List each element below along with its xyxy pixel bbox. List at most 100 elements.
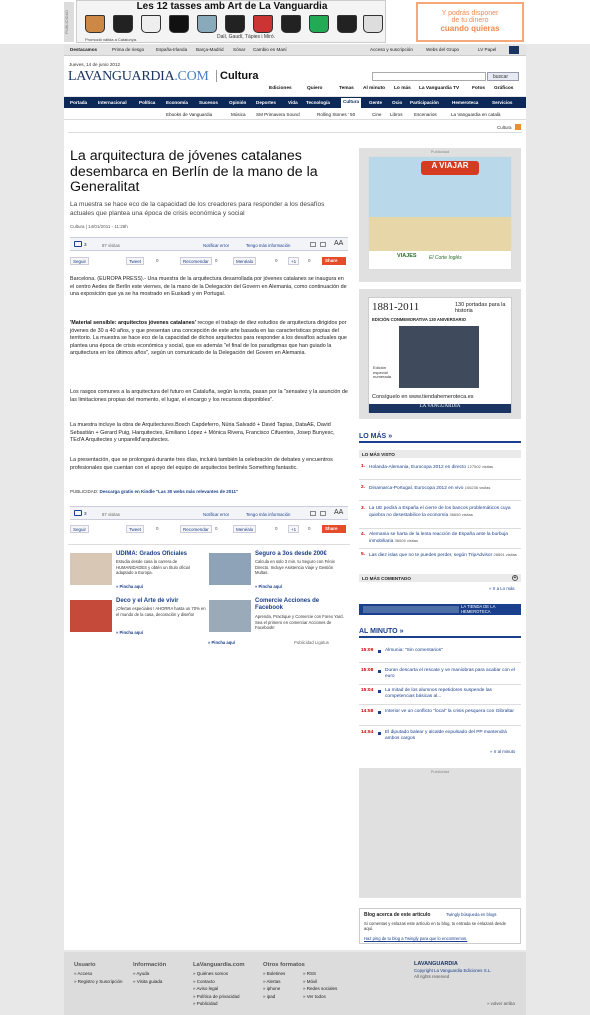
nav-tab-portada[interactable]: Portada [70,100,87,105]
header-link-quiero[interactable]: Quiero [307,86,322,91]
rss-icon[interactable] [515,124,521,130]
footer-logo[interactable]: LAVANGUARDIA [414,961,458,967]
tweet-button[interactable]: Tweet [126,257,145,265]
facebook-button[interactable]: Recomendar [180,525,212,533]
follow-button[interactable]: Seguir [70,525,90,533]
nav-tab-deportes[interactable]: Deportes [256,100,276,105]
nav-tab-opinion[interactable]: Opinión [229,100,246,105]
nav-tab-vida[interactable]: Vida [288,100,298,105]
breadcrumb[interactable]: Cultura [497,125,512,130]
share-button[interactable]: Share [322,525,346,533]
alminuto-link[interactable]: El diputado balear y alcalde expulsado d… [385,730,519,742]
header-link-lomas[interactable]: Lo más [394,86,411,91]
header-link-fotos[interactable]: Fotos [472,86,485,91]
nav-link[interactable]: Barça-Madrid [196,47,224,52]
promo-card[interactable]: UDIMA: Grados Oficiales Estudia desde ca… [70,551,206,595]
report-error-link[interactable]: Notificar error [203,512,229,517]
alminuto-link[interactable]: Duran descarta el rescate y ve maniobras… [385,668,519,680]
header-link-ediciones[interactable]: Ediciones [269,86,292,91]
nav-webs-grupo[interactable]: Webs del Grupo [426,47,459,52]
promo-image[interactable] [70,553,112,585]
nav-tab-cultura[interactable]: Cultura [341,98,362,108]
promo-more[interactable]: » Pincha aquí [116,584,143,589]
more-info-link[interactable]: Tengo más información [246,512,290,517]
comment-icon[interactable] [74,510,82,516]
nav-tab-ocio[interactable]: Ocio [392,100,402,105]
promo-card[interactable]: Deco y el Arte de vivir ¡Ofertas especia… [70,598,206,642]
nav-link[interactable]: Prima de riesgo [112,47,144,52]
footer-link[interactable]: » Ayuda [133,970,166,978]
footer-link[interactable]: » Publicidad [193,1000,245,1008]
nav-tab-internacional[interactable]: Internacional [98,100,127,105]
footer-link[interactable]: » Boletines [263,970,305,978]
pub-link[interactable]: Descarga gratis en Kindle "Las 30 webs m… [100,489,239,494]
alminuto-more-link[interactable]: » Ir al minuto [490,749,515,754]
print-icon[interactable] [320,511,326,516]
gplus-button[interactable]: +1 [288,257,300,265]
subnav-link[interactable]: Música [231,112,246,117]
lomas-visto-tab[interactable]: LO MÁS VISTO [359,450,521,458]
font-size-control[interactable]: AA [334,240,343,247]
subnav-link[interactable]: Rolling Stones ' 50 [317,112,355,117]
nav-link-acceso[interactable]: Acceso y suscripción [370,47,413,52]
nav-tab-servicios[interactable]: Servicios [492,100,512,105]
print-icon[interactable] [320,242,326,247]
ad-banner-bank[interactable]: Y podrás disponer de tu dinero cuando qu… [416,2,524,42]
promo-title[interactable]: Seguro a 3os desde 200€ [255,551,327,557]
nav-tab-participacion[interactable]: Participación [410,100,439,105]
lomas-link[interactable]: Holanda-Alemania, Eurocopa 2012 en direc… [369,465,466,470]
subnav-link[interactable]: Escenarios [414,112,437,117]
footer-link[interactable]: » Registro y Suscripción [74,978,123,986]
hemeroteca-banner[interactable]: LA TIENDA DE LA HEMEROTECA [359,604,521,615]
email-icon[interactable] [310,511,316,516]
promo-more[interactable]: » Pincha aquí [116,630,143,635]
nav-tab-economia[interactable]: Economía [166,100,188,105]
search-input[interactable] [372,72,486,81]
travel-ad[interactable]: A VIAJAR VIAJES El Corte Inglés [368,156,512,270]
newspaper-icon[interactable] [509,46,519,54]
back-to-top-link[interactable]: » volver arriba [487,1001,515,1006]
promo-image[interactable] [209,600,251,632]
lomas-link[interactable]: Alemania se harta de la lenta reacción d… [369,532,508,544]
meneame-button[interactable]: Menéalo [233,525,257,533]
nav-link[interactable]: Cambio en Maní [253,47,287,52]
alminuto-link[interactable]: La mitad de los alumnos repetidores susp… [385,688,519,700]
promo-more[interactable]: » Pincha aquí [255,584,282,589]
nav-tab-sucesos[interactable]: Sucesos [199,100,218,105]
more-info-link[interactable]: Tengo más información [246,243,290,248]
meneame-button[interactable]: Menéalo [233,257,257,265]
lomas-link[interactable]: Las diez islas que no te puedes perder, … [369,553,492,558]
nav-lv-papel[interactable]: LV Papel [478,47,496,52]
report-error-link[interactable]: Notificar error [203,243,229,248]
header-link-temas[interactable]: Temas [339,86,354,91]
lomas-more-link[interactable]: » Ir a Lo más [489,586,515,591]
nav-tab-politica[interactable]: Política [139,100,155,105]
font-size-control[interactable]: AA [334,509,343,516]
footer-link[interactable]: » Móvil [303,978,337,986]
footer-link[interactable]: » iphone [263,985,305,993]
promo-card[interactable]: Seguro a 3os desde 200€ Calcula en solo … [209,551,345,595]
facebook-button[interactable]: Recomendar [180,257,212,265]
subnav-link[interactable]: La Vanguardia en català [451,112,500,117]
subnav-link[interactable]: Libros [390,112,403,117]
nav-link[interactable]: España-Irlanda [156,47,187,52]
ad-banner-mugs[interactable]: Les 12 tasses amb Art de La Vanguardia D… [76,0,386,43]
subnav-link[interactable]: Cine [372,112,381,117]
footer-link[interactable]: » Contacto [193,978,245,986]
footer-link[interactable]: » Quiénes somos [193,970,245,978]
subnav-link[interactable]: Ebooks de Vanguardia [166,112,212,117]
follow-button[interactable]: Seguir [70,257,90,265]
footer-link[interactable]: » Redes sociales [303,985,337,993]
header-link-tv[interactable]: La Vanguardia TV [419,86,459,91]
blog-ping-link[interactable]: Haz ping de tu blog a Twingly para que l… [364,936,467,941]
ligatus-logo[interactable]: Ligatus [315,640,329,645]
lomas-link[interactable]: La UE pedirá a España el cierre de los b… [369,506,511,518]
alminuto-link[interactable]: Almunia: "Sin comentarios" [385,648,519,654]
nav-link[interactable]: Sónar [233,47,245,52]
hemeroteca-ad[interactable]: 1881-2011 130 portadas para la historia … [368,297,512,413]
nav-tab-gente[interactable]: Gente [369,100,382,105]
promo-title[interactable]: UDIMA: Grados Oficiales [116,551,187,557]
footer-link[interactable]: » Ver todos [303,993,337,1001]
comment-count[interactable]: 3 [84,242,87,247]
promo-more[interactable]: » Pincha aquí [208,640,235,645]
